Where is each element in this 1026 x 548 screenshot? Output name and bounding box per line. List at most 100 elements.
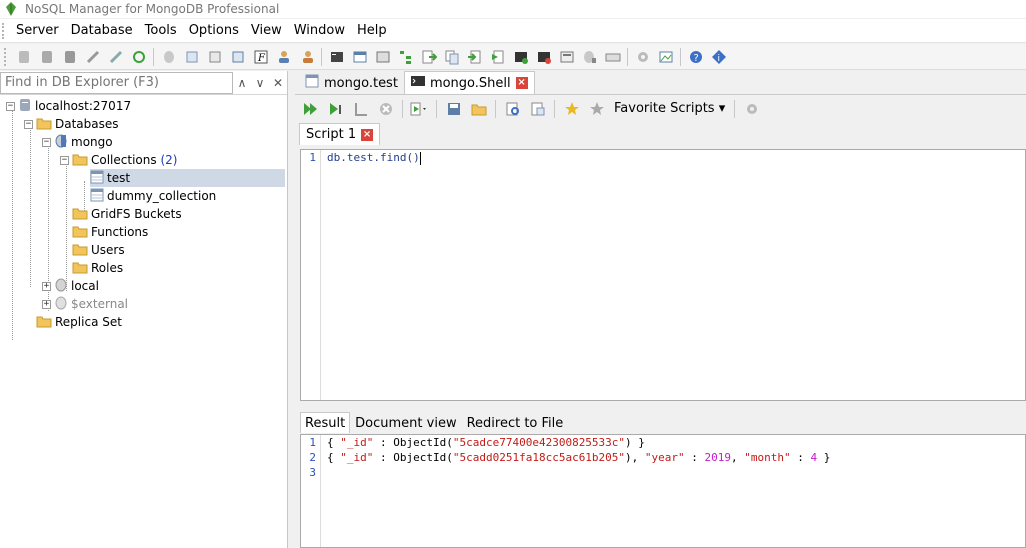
script-editor[interactable]: 1 db.test.find() xyxy=(300,149,1026,401)
tab-script-1[interactable]: Script 1 × xyxy=(299,123,381,145)
save-icon[interactable] xyxy=(442,98,465,120)
execute-icon[interactable] xyxy=(299,98,322,120)
result-output[interactable]: 1 2 3 { "_id" : ObjectId("5cadce77400e42… xyxy=(300,434,1026,548)
tree-node-local[interactable]: + local xyxy=(42,277,102,295)
menu-help[interactable]: Help xyxy=(351,20,393,42)
tab-result[interactable]: Result xyxy=(300,412,351,433)
refresh-icon[interactable] xyxy=(127,46,150,68)
find-up-icon[interactable]: ∧ xyxy=(233,72,251,94)
step-icon[interactable] xyxy=(349,98,372,120)
new-database-icon[interactable] xyxy=(157,46,180,68)
disconnect-icon[interactable] xyxy=(104,46,127,68)
tree-node-gridfs[interactable]: GridFS Buckets xyxy=(72,205,185,223)
code-text: db.test.find() xyxy=(327,151,420,164)
json-string: "5cadd0251fa18cc5ac61b205" xyxy=(452,451,626,464)
replace-icon[interactable] xyxy=(526,98,549,120)
main-toolbar: F ? i xyxy=(0,44,1026,70)
toolbar-separator xyxy=(402,99,403,118)
options-gear-icon[interactable] xyxy=(631,46,654,68)
favorite-scripts-dropdown[interactable]: Favorite Scripts ▾ xyxy=(610,101,729,116)
terminal-icon[interactable] xyxy=(509,46,532,68)
tab-mongo-test[interactable]: mongo.test xyxy=(299,72,404,94)
options-gear-icon[interactable] xyxy=(740,98,763,120)
tree-node-mongo[interactable]: − mongo xyxy=(42,133,116,151)
collapse-icon[interactable]: − xyxy=(6,101,15,111)
tab-redirect-to-file[interactable]: Redirect to File xyxy=(462,412,569,433)
menu-grip xyxy=(2,22,6,39)
menu-window[interactable]: Window xyxy=(288,20,351,42)
tree-node-collections[interactable]: − Collections (2) xyxy=(60,151,180,169)
tab-mongo-shell[interactable]: mongo.Shell × xyxy=(403,71,535,94)
expand-icon[interactable]: + xyxy=(42,281,51,291)
tree-icon[interactable] xyxy=(394,46,417,68)
info-icon[interactable]: i xyxy=(707,46,730,68)
collapse-icon[interactable]: − xyxy=(42,137,51,147)
stop-terminal-icon[interactable] xyxy=(532,46,555,68)
keyboard-icon[interactable] xyxy=(601,46,624,68)
table-icon[interactable] xyxy=(203,46,226,68)
open-folder-icon[interactable] xyxy=(467,98,490,120)
find-icon[interactable] xyxy=(501,98,524,120)
favorite-star-icon[interactable] xyxy=(585,98,608,120)
tree-node-users[interactable]: Users xyxy=(72,241,128,259)
help-icon[interactable]: ? xyxy=(684,46,707,68)
monitor-icon[interactable] xyxy=(555,46,578,68)
tree-node-server[interactable]: − localhost:27017 xyxy=(6,97,134,115)
toolbar-separator xyxy=(627,47,628,66)
execute-current-icon[interactable] xyxy=(324,98,347,120)
tree-node-external[interactable]: + $external xyxy=(42,295,131,313)
find-down-icon[interactable]: ∨ xyxy=(251,72,269,94)
edit-document-icon[interactable] xyxy=(226,46,249,68)
database-stats-icon[interactable] xyxy=(578,46,601,68)
close-tab-icon[interactable]: × xyxy=(361,128,374,141)
stop-icon[interactable] xyxy=(374,98,397,120)
edit-server-icon[interactable] xyxy=(35,46,58,68)
json-punct: { xyxy=(327,451,341,464)
tab-label: mongo.Shell xyxy=(429,75,511,91)
copy-icon[interactable] xyxy=(440,46,463,68)
find-in-explorer-input[interactable] xyxy=(0,71,233,94)
users-icon[interactable] xyxy=(295,46,318,68)
menu-tools[interactable]: Tools xyxy=(139,20,183,42)
window-title: NoSQL Manager for MongoDB Professional xyxy=(25,2,280,16)
tree-node-replica-set[interactable]: Replica Set xyxy=(36,313,125,331)
tree-node-functions[interactable]: Functions xyxy=(72,223,151,241)
tree-node-databases[interactable]: − Databases xyxy=(24,115,122,133)
collections-count: (2) xyxy=(160,153,178,167)
tab-document-view[interactable]: Document view xyxy=(350,412,461,433)
remove-server-icon[interactable] xyxy=(58,46,81,68)
expand-icon[interactable]: + xyxy=(42,299,51,309)
picture-icon[interactable] xyxy=(654,46,677,68)
menu-options[interactable]: Options xyxy=(183,20,245,42)
add-server-icon[interactable] xyxy=(12,46,35,68)
json-key: "_id" xyxy=(340,451,374,464)
db-explorer-panel: ∧ ∨ ✕ − localhost:27017 − Databases − mo… xyxy=(0,71,288,548)
tree-label: local xyxy=(71,279,99,293)
function-icon[interactable]: F xyxy=(249,46,272,68)
menu-database[interactable]: Database xyxy=(65,20,139,42)
close-tab-icon[interactable]: × xyxy=(515,77,528,89)
run-icon[interactable] xyxy=(486,46,509,68)
collapse-icon[interactable]: − xyxy=(24,119,33,129)
json-key: "_id" xyxy=(340,436,374,449)
tree-node-dummy-collection[interactable]: dummy_collection xyxy=(90,187,219,205)
import-icon[interactable] xyxy=(463,46,486,68)
connect-icon[interactable] xyxy=(81,46,104,68)
user-icon[interactable] xyxy=(272,46,295,68)
editor-result-splitter[interactable] xyxy=(295,402,1026,409)
tree-node-roles[interactable]: Roles xyxy=(72,259,126,277)
add-favorite-icon[interactable] xyxy=(560,98,583,120)
code-area[interactable]: db.test.find() xyxy=(327,150,1025,165)
new-collection-icon[interactable] xyxy=(180,46,203,68)
run-dropdown-icon[interactable] xyxy=(408,98,431,120)
settings-window-icon[interactable] xyxy=(371,46,394,68)
export-icon[interactable] xyxy=(417,46,440,68)
json-key: "year" xyxy=(644,451,685,464)
collapse-icon[interactable]: − xyxy=(60,155,69,165)
window-icon[interactable] xyxy=(348,46,371,68)
shell-icon[interactable] xyxy=(325,46,348,68)
menu-view[interactable]: View xyxy=(245,20,288,42)
close-find-icon[interactable]: ✕ xyxy=(269,72,287,94)
menu-server[interactable]: Server xyxy=(10,20,65,42)
tree-node-test[interactable]: test xyxy=(90,169,285,187)
